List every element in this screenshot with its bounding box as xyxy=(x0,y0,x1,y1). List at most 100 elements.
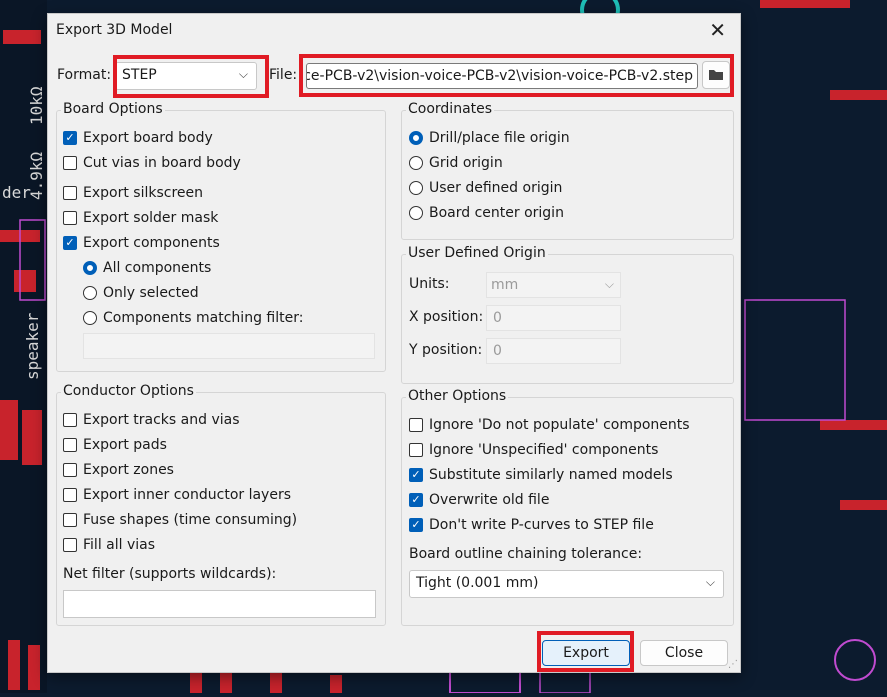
export-board-body-checkbox[interactable]: ✓ Export board body xyxy=(63,128,213,148)
y-position-label: Y position: xyxy=(409,342,483,358)
overwrite-file-checkbox[interactable]: ✓ Overwrite old file xyxy=(409,490,549,510)
dialog-title: Export 3D Model xyxy=(56,22,173,38)
ignore-unspecified-checkbox[interactable]: Ignore 'Unspecified' components xyxy=(409,440,658,460)
dialog-titlebar[interactable]: Export 3D Model ✕ xyxy=(48,14,740,48)
file-label: File: xyxy=(269,67,298,83)
export-board-body-label: Export board body xyxy=(83,130,213,146)
all-components-label: All components xyxy=(103,260,212,276)
export-components-label: Export components xyxy=(83,235,220,251)
chevron-down-icon: ⌵ xyxy=(238,67,248,81)
fuse-shapes-label: Fuse shapes (time consuming) xyxy=(83,512,298,528)
drill-origin-radio[interactable]: Drill/place file origin xyxy=(409,128,570,148)
fill-all-vias-label: Fill all vias xyxy=(83,537,156,553)
ignore-dnp-label: Ignore 'Do not populate' components xyxy=(429,417,690,433)
other-options-title: Other Options xyxy=(406,388,509,404)
x-position-input[interactable]: 0 xyxy=(486,305,621,331)
export-3d-model-dialog: Export 3D Model ✕ Format: STEP ⌵ File: o… xyxy=(47,13,741,673)
close-icon[interactable]: ✕ xyxy=(709,18,726,42)
pcb-label-der: der xyxy=(2,183,31,202)
checkbox-box xyxy=(63,513,77,527)
browse-folder-button[interactable] xyxy=(702,61,730,89)
checkmark-icon: ✓ xyxy=(409,493,423,507)
only-selected-radio[interactable]: Only selected xyxy=(83,283,199,303)
no-pcurves-checkbox[interactable]: ✓ Don't write P-curves to STEP file xyxy=(409,515,654,535)
checkbox-box xyxy=(63,156,77,170)
y-position-input[interactable]: 0 xyxy=(486,338,621,364)
units-value: mm xyxy=(491,277,519,293)
export-solder-mask-checkbox[interactable]: Export solder mask xyxy=(63,208,218,228)
drill-origin-label: Drill/place file origin xyxy=(429,130,570,146)
checkbox-box xyxy=(63,211,77,225)
export-pads-label: Export pads xyxy=(83,437,167,453)
chevron-down-icon: ⌵ xyxy=(705,575,715,589)
ignore-dnp-checkbox[interactable]: Ignore 'Do not populate' components xyxy=(409,415,690,435)
file-path-value: oice-PCB-v2\vision-voice-PCB-v2\vision-v… xyxy=(306,68,693,84)
tolerance-select[interactable]: Tight (0.001 mm) ⌵ xyxy=(409,570,724,598)
x-position-value: 0 xyxy=(493,310,502,326)
substitute-models-checkbox[interactable]: ✓ Substitute similarly named models xyxy=(409,465,673,485)
component-filter-input[interactable] xyxy=(83,333,375,359)
checkmark-icon: ✓ xyxy=(63,131,77,145)
export-tracks-vias-checkbox[interactable]: Export tracks and vias xyxy=(63,410,240,430)
units-select[interactable]: mm ⌵ xyxy=(486,272,621,298)
export-pads-checkbox[interactable]: Export pads xyxy=(63,435,167,455)
checkbox-box xyxy=(63,488,77,502)
overwrite-file-label: Overwrite old file xyxy=(429,492,550,508)
conductor-options-title: Conductor Options xyxy=(61,383,196,399)
units-label: Units: xyxy=(409,276,450,292)
radio-icon xyxy=(409,156,423,170)
radio-icon xyxy=(409,206,423,220)
all-components-radio[interactable]: All components xyxy=(83,258,211,278)
pcb-label-speaker: speaker xyxy=(23,312,42,380)
y-position-value: 0 xyxy=(493,343,502,359)
user-origin-radio[interactable]: User defined origin xyxy=(409,178,562,198)
format-label: Format: xyxy=(57,67,112,83)
export-silkscreen-checkbox[interactable]: Export silkscreen xyxy=(63,183,203,203)
board-center-radio[interactable]: Board center origin xyxy=(409,203,564,223)
checkbox-box xyxy=(63,463,77,477)
only-selected-label: Only selected xyxy=(103,285,199,301)
cut-vias-checkbox[interactable]: Cut vias in board body xyxy=(63,153,241,173)
tolerance-value: Tight (0.001 mm) xyxy=(416,575,539,591)
radio-selected-icon xyxy=(83,261,97,275)
user-origin-label: User defined origin xyxy=(429,180,563,196)
checkbox-box xyxy=(63,538,77,552)
export-inner-layers-label: Export inner conductor layers xyxy=(83,487,292,503)
export-components-checkbox[interactable]: ✓ Export components xyxy=(63,233,220,253)
export-zones-checkbox[interactable]: Export zones xyxy=(63,460,174,480)
export-zones-label: Export zones xyxy=(83,462,174,478)
components-matching-label: Components matching filter: xyxy=(103,310,304,326)
checkbox-box xyxy=(63,186,77,200)
board-center-label: Board center origin xyxy=(429,205,564,221)
net-filter-label: Net filter (supports wildcards): xyxy=(63,566,277,582)
format-select-value: STEP xyxy=(122,67,157,83)
radio-icon xyxy=(83,311,97,325)
export-inner-layers-checkbox[interactable]: Export inner conductor layers xyxy=(63,485,291,505)
checkmark-icon: ✓ xyxy=(409,468,423,482)
grid-origin-radio[interactable]: Grid origin xyxy=(409,153,503,173)
cut-vias-label: Cut vias in board body xyxy=(83,155,241,171)
checkmark-icon: ✓ xyxy=(409,518,423,532)
radio-icon xyxy=(409,181,423,195)
components-matching-radio[interactable]: Components matching filter: xyxy=(83,308,303,328)
fill-all-vias-checkbox[interactable]: Fill all vias xyxy=(63,535,155,555)
export-tracks-vias-label: Export tracks and vias xyxy=(83,412,240,428)
board-options-title: Board Options xyxy=(61,101,165,117)
radio-icon xyxy=(83,286,97,300)
pcb-label-10k: 10kΩ xyxy=(27,86,46,125)
close-button[interactable]: Close xyxy=(640,640,728,666)
format-select[interactable]: STEP ⌵ xyxy=(115,62,257,90)
resize-grip-icon[interactable]: ⋰ xyxy=(728,659,738,670)
net-filter-input[interactable] xyxy=(63,590,376,618)
chevron-down-icon: ⌵ xyxy=(604,277,614,291)
radio-selected-icon xyxy=(409,131,423,145)
fuse-shapes-checkbox[interactable]: Fuse shapes (time consuming) xyxy=(63,510,297,530)
checkbox-box xyxy=(409,443,423,457)
checkbox-box xyxy=(63,413,77,427)
file-path-input[interactable]: oice-PCB-v2\vision-voice-PCB-v2\vision-v… xyxy=(306,63,698,89)
export-silkscreen-label: Export silkscreen xyxy=(83,185,203,201)
checkmark-icon: ✓ xyxy=(63,236,77,250)
x-position-label: X position: xyxy=(409,309,484,325)
substitute-models-label: Substitute similarly named models xyxy=(429,467,673,483)
export-button[interactable]: Export xyxy=(542,640,630,666)
